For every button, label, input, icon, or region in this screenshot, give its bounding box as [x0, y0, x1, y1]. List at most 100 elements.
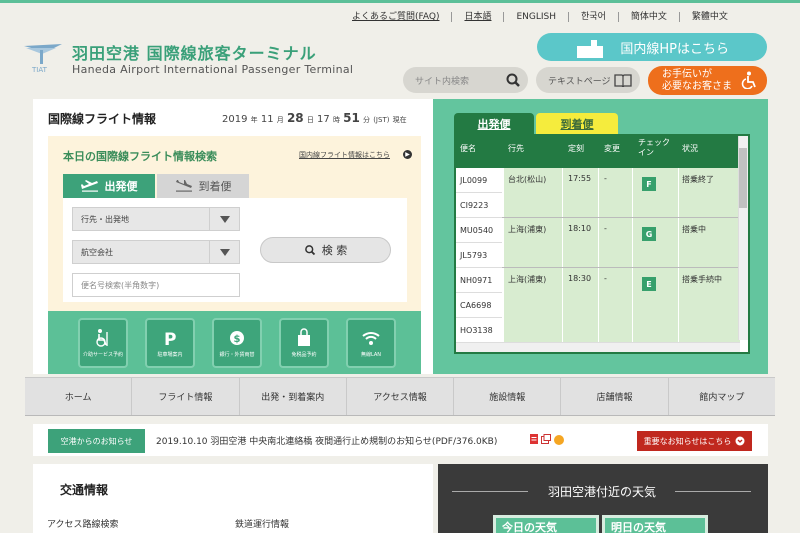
departure-plane-icon	[80, 180, 98, 192]
top-accent-line	[0, 0, 800, 3]
flight-row[interactable]: MU0540 JL5793 上海(浦東) 18:10 - G 搭乗中	[456, 218, 740, 268]
external-window-icon	[541, 434, 551, 444]
magnifier-icon	[304, 245, 315, 256]
service-parking[interactable]: P 駐車場案内	[145, 318, 195, 368]
time-month-unit: 月	[276, 116, 284, 124]
service-exchange-label: 銀行・外貨両替	[219, 352, 255, 358]
flight-number: JL0099	[456, 168, 502, 193]
logo-english-title[interactable]: Haneda Airport International Passenger T…	[72, 63, 353, 76]
arrow-circle-icon: ▶	[403, 150, 412, 159]
site-search-placeholder: サイト内検索	[415, 76, 470, 87]
search-icon[interactable]	[505, 72, 521, 88]
nav-flight-info[interactable]: フライト情報	[131, 378, 238, 415]
time-now: 現在	[392, 116, 407, 124]
wheelchair-icon	[741, 71, 756, 89]
header-status: 状況	[682, 144, 698, 153]
domestic-site-label: 国内線HPはこちら	[620, 41, 729, 57]
service-assist[interactable]: 介助サービス予約	[78, 318, 128, 368]
domestic-flight-info-link[interactable]: 国内線フライト情報はこちら	[299, 150, 390, 160]
nav-terminal-map[interactable]: 館内マップ	[667, 378, 775, 415]
logo-japanese-title[interactable]: 羽田空港 国際線旅客ターミナル	[72, 40, 317, 64]
service-wifi[interactable]: 無線LAN	[346, 318, 396, 368]
access-route-search-link[interactable]: アクセス路線検索	[47, 517, 119, 530]
nav-shops[interactable]: 店舗情報	[560, 378, 667, 415]
destination-select-value: 行先・出発地	[81, 214, 129, 224]
lang-traditional-chinese-link[interactable]: 繁體中文	[678, 12, 740, 22]
time-minute-unit: 分	[363, 116, 371, 124]
destination-select[interactable]: 行先・出発地	[72, 207, 240, 231]
tiat-logo-icon[interactable]: TIAT	[22, 40, 64, 74]
service-exchange[interactable]: $ 銀行・外貨両替	[212, 318, 262, 368]
time-year-unit: 年	[250, 116, 258, 124]
board-tab-arrivals[interactable]: 到着便	[536, 113, 618, 134]
wheelchair-service-icon	[96, 329, 108, 347]
flight-number-placeholder: 便名号検索(半角数字)	[81, 280, 160, 290]
lang-korean-link[interactable]: 한국어	[568, 12, 618, 22]
header-destination: 行先	[508, 144, 524, 153]
flight-change: -	[604, 224, 607, 233]
time-year: 2019	[222, 114, 248, 125]
flight-change: -	[604, 174, 607, 183]
lang-english-link[interactable]: ENGLISH	[503, 12, 568, 22]
flight-board-rows: JL0099 CI9223 台北(松山) 17:55 - F 搭乗終了 MU05…	[456, 168, 740, 343]
time-day-unit: 日	[306, 116, 314, 124]
important-notices-button[interactable]: 重要なお知らせはこちら	[637, 431, 752, 451]
checkin-counter-badge: G	[642, 227, 656, 241]
airline-select[interactable]: 航空会社	[72, 240, 240, 264]
lang-simplified-chinese-link[interactable]: 簡体中文	[617, 12, 679, 22]
time-minute: 51	[343, 111, 360, 125]
header-checkin-2: イン	[638, 148, 654, 157]
nav-departure-arrival-guide[interactable]: 出発・到着案内	[238, 378, 346, 415]
building-icon	[577, 40, 603, 58]
nav-facilities[interactable]: 施設情報	[453, 378, 560, 415]
svg-text:P: P	[164, 330, 176, 348]
book-icon	[614, 74, 632, 87]
nav-home[interactable]: ホーム	[25, 378, 131, 415]
notice-link[interactable]: 2019.10.10 羽田空港 中央南北連絡橋 夜間通行止め規制のお知らせ(PD…	[156, 434, 497, 447]
board-vertical-scrollbar[interactable]	[738, 136, 748, 340]
shopping-bag-icon	[298, 328, 310, 346]
search-tab-arrivals[interactable]: 到着便	[157, 174, 249, 198]
flight-row[interactable]: JL0099 CI9223 台北(松山) 17:55 - F 搭乗終了	[456, 168, 740, 218]
checkin-counter-badge: F	[642, 177, 656, 191]
faq-link[interactable]: よくあるご質問(FAQ)	[340, 12, 451, 22]
board-tab-departures[interactable]: 出発便	[454, 113, 534, 134]
flight-time: 18:10	[568, 224, 592, 233]
weather-tab-tomorrow[interactable]: 明日の天気	[602, 515, 708, 533]
flight-number-input[interactable]: 便名号検索(半角数字)	[72, 273, 240, 297]
board-horizontal-scrollbar[interactable]	[456, 342, 740, 352]
header-checkin-1: チェック	[638, 138, 670, 147]
text-page-label: テキストページ	[548, 76, 611, 87]
flight-status: 搭乗手続中	[682, 275, 722, 284]
domestic-site-button[interactable]: 国内線HPはこちら	[537, 33, 767, 61]
current-time: 2019 年 11 月 28 日 17 時 51 分 (JST) 現在	[222, 111, 407, 125]
flight-row[interactable]: NH0971 CA6698 HO3138 上海(浦東) 18:30 - E 搭乗…	[456, 268, 740, 343]
checkin-counter-badge: E	[642, 277, 656, 291]
search-tab-departures-label: 出発便	[104, 180, 138, 193]
svg-text:$: $	[234, 334, 241, 345]
traffic-info-title: 交通情報	[60, 483, 109, 497]
flight-number: JL5793	[456, 243, 502, 268]
notice-label: 空港からのお知らせ	[48, 429, 145, 453]
flight-time: 17:55	[568, 174, 592, 183]
flight-number: CI9223	[456, 193, 502, 218]
lang-japanese-link[interactable]: 日本語	[451, 12, 503, 22]
important-notices-label: 重要なお知らせはこちら	[643, 436, 732, 446]
service-dutyfree[interactable]: 免税品予約	[279, 318, 329, 368]
search-tab-departures[interactable]: 出発便	[63, 174, 155, 198]
header-change: 変更	[604, 144, 620, 153]
arrival-plane-icon	[175, 180, 192, 192]
flight-number: NH0971	[456, 268, 502, 293]
header-flight: 便名	[460, 144, 476, 153]
flight-search-title: 本日の国際線フライト情報検索	[63, 150, 217, 163]
wifi-icon	[362, 332, 380, 345]
weather-tab-today[interactable]: 今日の天気	[493, 515, 599, 533]
flight-search-button[interactable]: 検 索	[260, 237, 391, 263]
railway-status-link[interactable]: 鉄道運行情報	[235, 517, 289, 530]
board-scroll-thumb[interactable]	[739, 148, 747, 208]
flight-change: -	[604, 274, 607, 283]
flight-time: 18:30	[568, 274, 592, 283]
service-wifi-label: 無線LAN	[360, 352, 382, 358]
flight-info-title: 国際線フライト情報	[48, 112, 157, 126]
nav-access[interactable]: アクセス情報	[345, 378, 453, 415]
